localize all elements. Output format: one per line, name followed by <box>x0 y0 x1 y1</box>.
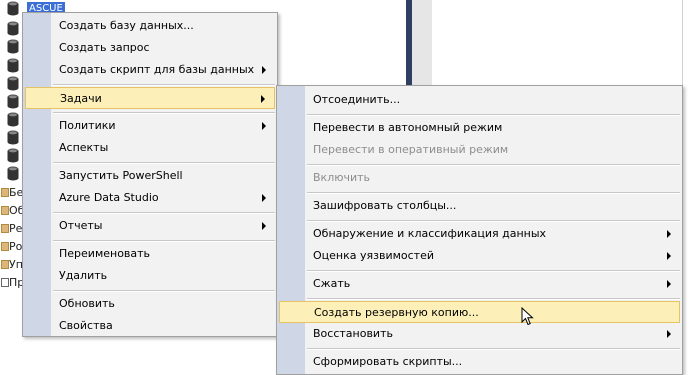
submenu-item-shrink[interactable]: Сжать <box>279 273 680 295</box>
submenu-item-bring-online: Перевести в оперативный режим <box>279 139 680 161</box>
database-icon <box>7 76 19 91</box>
menu-separator <box>307 298 680 300</box>
menu-item-label: Сжать <box>313 277 351 290</box>
menu-item-label: Создать скрипт для базы данных <box>59 63 255 76</box>
background-panel <box>412 0 432 92</box>
menu-item-azure-data-studio[interactable]: Azure Data Studio <box>25 187 275 209</box>
menu-item-label: Обнаружение и классификация данных <box>313 227 547 240</box>
submenu-item-encrypt-columns[interactable]: Зашифровать столбцы... <box>279 195 680 217</box>
menu-item-label: Сформировать скрипты... <box>313 355 463 368</box>
menu-item-label: Восстановить <box>313 327 393 340</box>
submenu-item-take-offline[interactable]: Перевести в автономный режим <box>279 117 680 139</box>
menu-item-label: Перевести в оперативный режим <box>313 143 509 156</box>
submenu-item-detach[interactable]: Отсоединить... <box>279 89 680 111</box>
menu-item-label: Перевести в автономный режим <box>313 121 503 134</box>
menu-separator <box>53 84 275 86</box>
menu-item-label: Запустить PowerShell <box>59 169 183 182</box>
menu-item-tasks[interactable]: Задачи <box>25 87 275 109</box>
menu-separator <box>53 212 275 214</box>
menu-item-new-query[interactable]: Создать запрос <box>25 37 275 59</box>
database-icon <box>7 166 19 181</box>
menu-item-label: Удалить <box>59 269 108 282</box>
database-icon <box>7 39 19 54</box>
menu-separator <box>307 192 680 194</box>
submenu-arrow-icon <box>667 252 671 260</box>
submenu-item-data-classification[interactable]: Обнаружение и классификация данных <box>279 223 680 245</box>
menu-item-label: Оценка уязвимостей <box>313 249 434 262</box>
menu-separator <box>307 220 680 222</box>
menu-separator <box>53 112 275 114</box>
submenu-item-enable: Включить <box>279 167 680 189</box>
menu-item-label: Обновить <box>59 297 115 310</box>
mouse-cursor-icon <box>521 307 534 326</box>
menu-item-label: Azure Data Studio <box>59 191 159 204</box>
menu-separator <box>53 290 275 292</box>
folder-icon <box>1 242 9 251</box>
menu-item-label: Отсоединить... <box>313 93 401 106</box>
submenu-arrow-icon <box>262 122 266 130</box>
menu-item-create-database[interactable]: Создать базу данных... <box>25 15 275 37</box>
submenu-item-back-up[interactable]: Создать резервную копию... <box>279 301 680 323</box>
folder-node-label: Уп <box>9 258 23 271</box>
menu-item-delete[interactable]: Удалить <box>25 265 275 287</box>
submenu-item-restore[interactable]: Восстановить <box>279 323 680 345</box>
menu-item-label: Свойства <box>59 319 113 332</box>
submenu-arrow-icon <box>262 66 266 74</box>
menu-item-label: Зашифровать столбцы... <box>313 199 457 212</box>
database-icon <box>7 21 19 36</box>
tasks-submenu: Отсоединить... Перевести в автономный ре… <box>276 85 683 375</box>
menu-item-rename[interactable]: Переименовать <box>25 243 275 265</box>
folder-icon <box>1 188 9 197</box>
menu-separator <box>307 348 680 350</box>
database-icon <box>7 130 19 145</box>
menu-separator <box>53 240 275 242</box>
menu-item-label: Создать запрос <box>59 41 150 54</box>
menu-separator <box>307 164 680 166</box>
menu-item-label: Включить <box>313 171 371 184</box>
submenu-arrow-icon <box>667 280 671 288</box>
submenu-item-generate-scripts[interactable]: Сформировать скрипты... <box>279 351 680 373</box>
folder-node-label: Ре <box>9 222 23 235</box>
database-icon <box>7 94 19 109</box>
folder-icon <box>1 206 9 215</box>
submenu-item-vulnerability-assessment[interactable]: Оценка уязвимостей <box>279 245 680 267</box>
submenu-arrow-icon <box>667 330 671 338</box>
folder-icon <box>1 260 9 269</box>
menu-item-label: Отчеты <box>59 219 103 232</box>
menu-item-facets[interactable]: Аспекты <box>25 137 275 159</box>
menu-item-label: Политики <box>59 119 116 132</box>
menu-separator <box>307 270 680 272</box>
submenu-arrow-icon <box>667 230 671 238</box>
menu-item-label: Аспекты <box>59 141 109 154</box>
folder-node-label: Ро <box>9 240 23 253</box>
context-menu: Создать базу данных... Создать запрос Со… <box>22 12 278 337</box>
folder-icon <box>1 278 9 287</box>
submenu-arrow-icon <box>262 222 266 230</box>
menu-item-refresh[interactable]: Обновить <box>25 293 275 315</box>
menu-item-label: Переименовать <box>59 247 151 260</box>
menu-item-label: Задачи <box>60 92 102 105</box>
database-icon <box>7 112 19 127</box>
menu-item-label: Создать резервную копию... <box>314 306 479 319</box>
database-icon <box>7 1 19 16</box>
menu-item-reports[interactable]: Отчеты <box>25 215 275 237</box>
database-icon <box>7 58 19 73</box>
menu-item-policies[interactable]: Политики <box>25 115 275 137</box>
menu-item-script-database[interactable]: Создать скрипт для базы данных <box>25 59 275 81</box>
menu-separator <box>53 162 275 164</box>
folder-icon <box>1 224 9 233</box>
menu-item-properties[interactable]: Свойства <box>25 315 275 337</box>
menu-item-start-powershell[interactable]: Запустить PowerShell <box>25 165 275 187</box>
submenu-arrow-icon <box>261 95 265 103</box>
menu-item-label: Создать базу данных... <box>59 19 194 32</box>
menu-separator <box>307 114 680 116</box>
submenu-arrow-icon <box>262 194 266 202</box>
database-icon <box>7 148 19 163</box>
